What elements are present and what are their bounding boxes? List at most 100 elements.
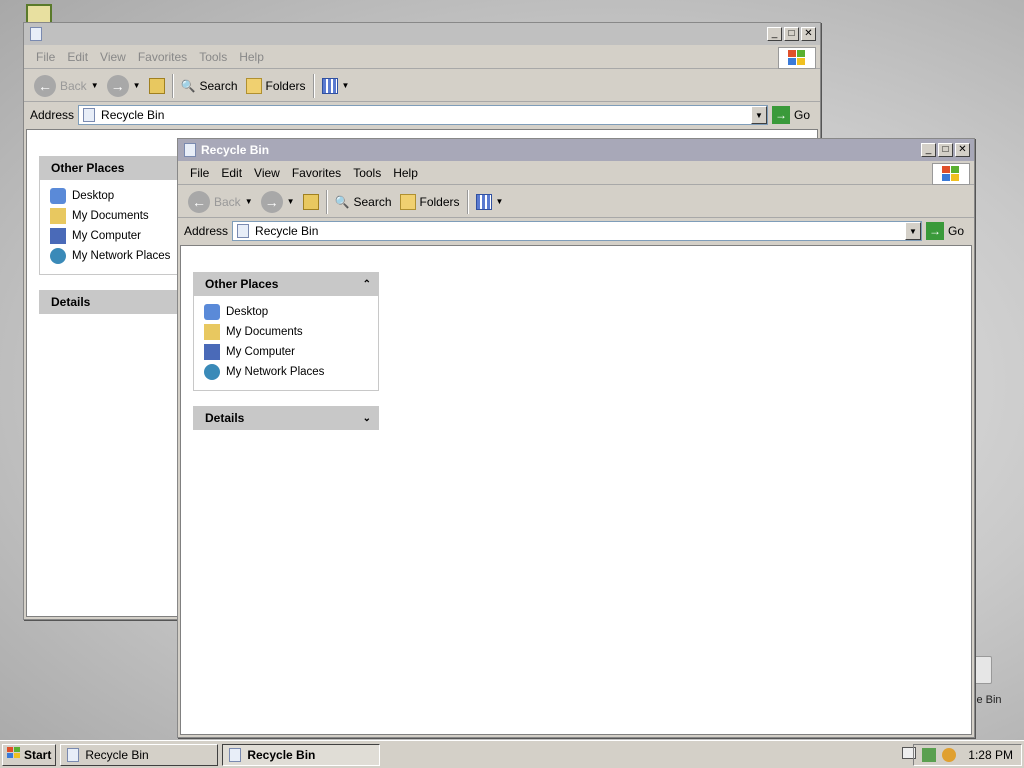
desktop-recycle-bin-icon[interactable] — [972, 656, 992, 684]
views-icon — [475, 193, 492, 210]
recycle-bin-icon — [229, 747, 242, 762]
network-places-icon — [204, 364, 220, 380]
place-my-network[interactable]: My Network Places — [204, 362, 378, 382]
desktop-icon — [204, 304, 220, 320]
back-button[interactable]: ← Back ▼ — [30, 72, 103, 100]
menu-help[interactable]: Help — [233, 50, 270, 64]
place-my-computer[interactable]: My Computer — [204, 342, 378, 362]
menu-file[interactable]: File — [184, 166, 215, 180]
front-content-area[interactable]: Other Places ⌃ Desktop My Documents My Co… — [180, 245, 972, 735]
start-button[interactable]: Start — [2, 743, 57, 766]
back-menubar: File Edit View Favorites Tools Help — [24, 45, 820, 69]
search-button[interactable]: 🔍 Search — [177, 72, 242, 100]
search-button[interactable]: 🔍 Search — [331, 188, 396, 216]
menu-favorites[interactable]: Favorites — [132, 50, 193, 64]
up-folder-icon — [302, 193, 319, 210]
address-dropdown-button[interactable]: ▼ — [904, 222, 921, 240]
windows-logo-icon — [932, 163, 970, 185]
recycle-bin-icon — [30, 27, 42, 41]
menu-tools[interactable]: Tools — [193, 50, 233, 64]
back-address-bar: Address Recycle Bin ▼ → Go — [24, 103, 820, 127]
recycle-bin-icon — [184, 143, 196, 157]
folders-button[interactable]: Folders — [242, 72, 310, 100]
up-folder-button[interactable] — [145, 72, 169, 100]
maximize-button[interactable]: □ — [784, 27, 799, 41]
front-toolbar: ← Back ▼ → ▼ 🔍 Search Folders ▼ — [178, 186, 974, 218]
expand-chevron-icon[interactable]: ⌄ — [363, 413, 371, 424]
my-computer-icon — [204, 344, 220, 360]
views-button[interactable]: ▼ — [318, 72, 354, 100]
other-places-panel: Other Places ⌃ Desktop My Documents My Co… — [193, 272, 379, 391]
menu-favorites[interactable]: Favorites — [286, 166, 347, 180]
back-arrow-icon: ← — [34, 74, 56, 97]
front-window[interactable]: Recycle Bin _ □ ✕ File Edit View Favorit… — [177, 138, 975, 738]
up-folder-icon — [148, 77, 165, 94]
tray-network-icon[interactable] — [922, 748, 937, 762]
back-arrow-icon: ← — [188, 190, 210, 213]
forward-button[interactable]: → ▼ — [257, 188, 299, 216]
menu-edit[interactable]: Edit — [61, 50, 94, 64]
desktop-recycle-bin-label: le Bin — [974, 694, 1002, 706]
front-window-titlebar[interactable]: Recycle Bin _ □ ✕ — [178, 139, 974, 161]
forward-button[interactable]: → ▼ — [103, 72, 145, 100]
go-arrow-icon: → — [925, 222, 944, 240]
place-my-documents[interactable]: My Documents — [204, 322, 378, 342]
views-button[interactable]: ▼ — [472, 188, 508, 216]
desktop-icon — [50, 188, 66, 204]
address-dropdown-button[interactable]: ▼ — [750, 106, 767, 124]
minimize-button[interactable]: _ — [921, 143, 936, 157]
my-computer-icon — [50, 228, 66, 244]
address-label: Address — [184, 224, 229, 238]
close-button[interactable]: ✕ — [801, 27, 816, 41]
windows-logo-icon — [778, 47, 816, 69]
folders-icon — [399, 193, 416, 210]
views-icon — [321, 77, 338, 94]
other-places-header[interactable]: Other Places ⌃ — [193, 272, 379, 296]
back-button[interactable]: ← Back ▼ — [184, 188, 257, 216]
front-window-title: Recycle Bin — [201, 143, 270, 157]
details-header[interactable]: Details ⌄ — [193, 406, 379, 430]
details-panel: Details ⌄ — [193, 406, 379, 430]
my-documents-icon — [204, 324, 220, 340]
up-folder-button[interactable] — [299, 188, 323, 216]
forward-arrow-icon: → — [260, 190, 283, 213]
clock[interactable]: 1:28 PM — [968, 748, 1013, 762]
go-button[interactable]: → Go — [925, 222, 964, 240]
place-desktop[interactable]: Desktop — [204, 302, 378, 322]
address-label: Address — [30, 108, 75, 122]
close-button[interactable]: ✕ — [955, 143, 970, 157]
menu-tools[interactable]: Tools — [347, 166, 387, 180]
tray-search-icon[interactable] — [942, 748, 957, 762]
minimize-button[interactable]: _ — [767, 27, 782, 41]
windows-flag-icon — [7, 747, 21, 762]
taskbar-button-recycle-bin-2[interactable]: Recycle Bin — [222, 743, 381, 766]
menu-edit[interactable]: Edit — [215, 166, 248, 180]
back-window-titlebar[interactable]: _ □ ✕ — [24, 23, 820, 45]
system-tray: 1:28 PM — [913, 744, 1022, 766]
menu-view[interactable]: View — [94, 50, 132, 64]
menu-view[interactable]: View — [248, 166, 286, 180]
address-input[interactable]: Recycle Bin ▼ — [78, 105, 768, 125]
back-toolbar: ← Back ▼ → ▼ 🔍 Search Folders ▼ — [24, 70, 820, 102]
my-documents-icon — [50, 208, 66, 224]
recycle-bin-icon — [67, 747, 80, 762]
recycle-bin-icon — [237, 224, 250, 238]
menu-help[interactable]: Help — [387, 166, 424, 180]
taskbar: Start Recycle Bin Recycle Bin 1:28 PM — [0, 740, 1024, 768]
go-arrow-icon: → — [771, 106, 790, 124]
front-address-bar: Address Recycle Bin ▼ → Go — [178, 219, 974, 243]
front-menubar: File Edit View Favorites Tools Help — [178, 161, 974, 185]
search-icon: 🔍 — [180, 78, 196, 93]
recycle-bin-icon — [83, 108, 96, 122]
collapse-chevron-icon[interactable]: ⌃ — [363, 279, 371, 290]
folders-button[interactable]: Folders — [396, 188, 464, 216]
maximize-button[interactable]: □ — [938, 143, 953, 157]
forward-arrow-icon: → — [106, 74, 129, 97]
menu-file[interactable]: File — [30, 50, 61, 64]
search-icon: 🔍 — [334, 194, 350, 209]
folders-icon — [245, 77, 262, 94]
network-places-icon — [50, 248, 66, 264]
address-input[interactable]: Recycle Bin ▼ — [232, 221, 922, 241]
go-button[interactable]: → Go — [771, 106, 810, 124]
taskbar-button-recycle-bin-1[interactable]: Recycle Bin — [60, 743, 219, 766]
